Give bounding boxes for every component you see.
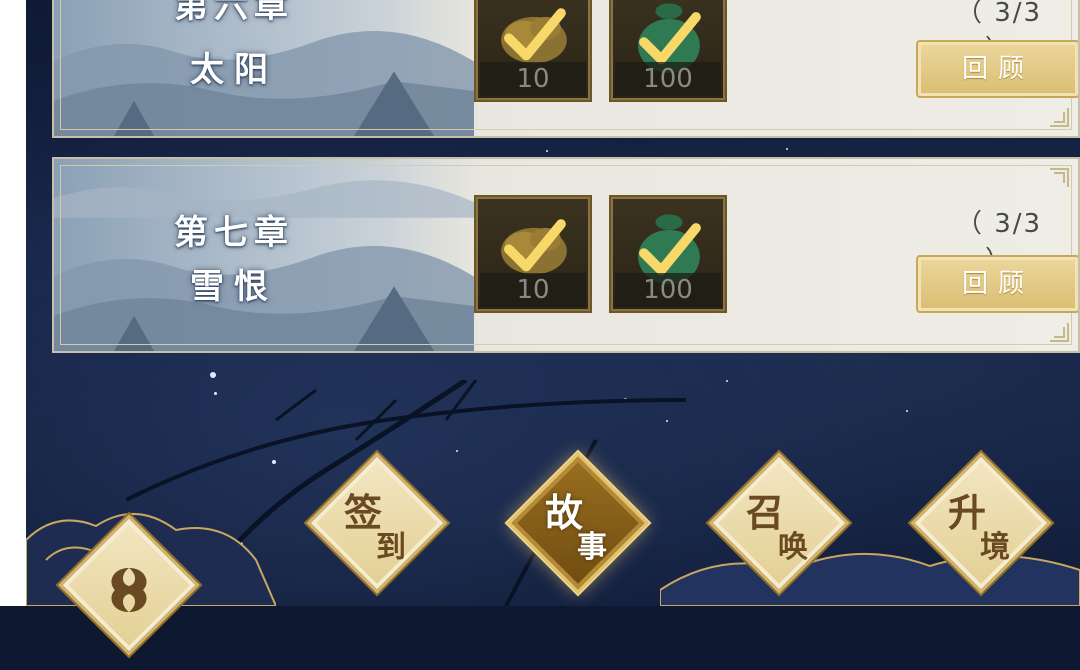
chapter-card-6: 第六章 太阳 10 100 （ 3/3 ） 回顾 [52, 0, 1080, 138]
reward-quantity: 10 [480, 62, 586, 96]
corner-ornament-icon [1050, 168, 1069, 187]
star [210, 372, 216, 378]
reward-slot-gold[interactable]: 10 [474, 0, 592, 102]
nav-ascend-button[interactable]: 升 境 [896, 438, 1066, 608]
star [726, 380, 728, 382]
chapter-number: 第七章 [174, 213, 294, 253]
left-edge-strip [0, 0, 26, 606]
reward-slot-gold[interactable]: 10 [474, 195, 592, 313]
reward-quantity: 10 [480, 273, 586, 307]
star [906, 410, 908, 412]
nav-summon-button[interactable]: 召 唤 [694, 438, 864, 608]
nav-story-button[interactable]: 故 事 [493, 438, 663, 608]
chapter-name: 太阳 [190, 50, 278, 90]
star [546, 150, 548, 152]
review-button[interactable]: 回顾 [916, 40, 1078, 98]
reward-quantity: 100 [615, 273, 721, 307]
chapter-number: 第六章 [174, 0, 294, 26]
nav-summon-char2: 唤 [778, 530, 808, 565]
nav-ascend-char2: 境 [980, 530, 1010, 565]
corner-ornament-icon [1050, 323, 1069, 342]
nav-signin-char2: 到 [376, 530, 406, 565]
nav-story-char2: 事 [577, 530, 607, 565]
reward-slot-jade[interactable]: 100 [609, 0, 727, 102]
corner-ornament-icon [1050, 108, 1069, 127]
star [786, 148, 788, 150]
chapter-card-7: 第七章 雪恨 10 100 （ 3/3 ） 回顾 [52, 157, 1080, 353]
reward-quantity: 100 [615, 62, 721, 96]
nav-signin-button[interactable]: 签 到 [292, 438, 462, 608]
nav-home-button[interactable] [44, 500, 214, 670]
review-button[interactable]: 回顾 [916, 255, 1078, 313]
chapter-name: 雪恨 [190, 267, 278, 307]
reward-slot-jade[interactable]: 100 [609, 195, 727, 313]
cloud-swirl-emblem-icon [111, 568, 147, 612]
